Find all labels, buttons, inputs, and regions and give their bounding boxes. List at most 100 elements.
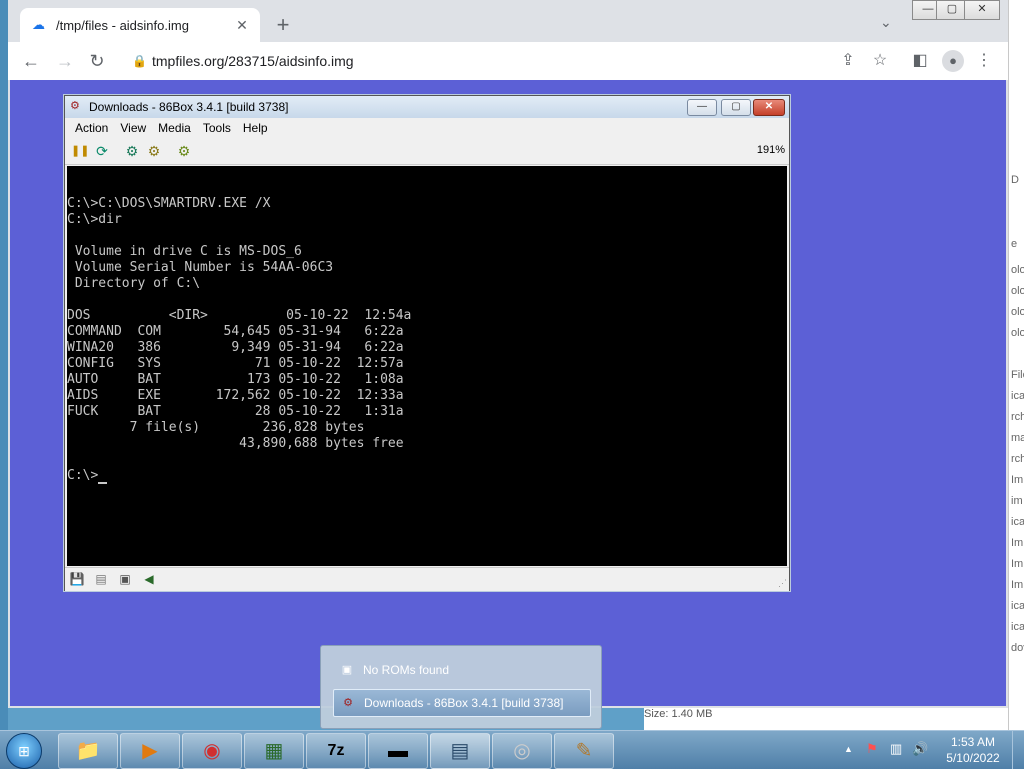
popup-item-86box[interactable]: ⚙ Downloads - 86Box 3.4.1 [build 3738] [333,689,591,717]
floppy-icon[interactable]: 💾 [69,571,85,587]
clock-time: 1:53 AM [950,735,996,749]
bg-fragment: ica [1011,600,1024,612]
browser-toolbar: ← → ↻ 🔒 tmpfiles.org/283715/aidsinfo.img… [8,42,1008,80]
popup-item-label: No ROMs found [363,663,450,677]
bg-fragment: ica [1011,516,1024,528]
emulator-statusbar: 💾 ▤ ▣ ◀ ⋰ [65,567,789,591]
taskbar-command-prompt[interactable]: ▬ [368,733,428,769]
url-text[interactable]: tmpfiles.org/283715/aidsinfo.img [152,53,354,69]
close-button[interactable]: ✕ [964,0,1000,20]
lock-icon[interactable]: 🔒 [132,54,147,68]
dos-line: Volume in drive C is MS-DOS_6 [67,244,302,259]
dos-line: 7 file(s) 236,828 bytes [67,420,365,435]
hard-disk-icon[interactable]: ▣ [117,571,133,587]
new-tab-button[interactable]: + [270,12,296,38]
dos-line: WINA20 386 9,349 05-31-94 6:22a [67,340,404,355]
sound-icon[interactable]: ◀ [141,571,157,587]
taskbar-media-player[interactable]: ▶ [120,733,180,769]
emulator-maximize-button[interactable]: ▢ [721,99,751,116]
taskbar-chrome[interactable]: ◉ [182,733,242,769]
back-button[interactable]: ← [20,50,42,72]
tab-title: /tmp/files - aidsinfo.img [56,17,189,33]
reload-button[interactable]: ↻ [86,50,108,72]
dos-screen[interactable]: C:\>C:\DOS\SMARTDRV.EXE /X C:\>dir Volum… [67,166,787,566]
taskbar-network-monitor[interactable]: ▦ [244,733,304,769]
dos-line: CONFIG SYS 71 05-10-22 12:57a [67,356,404,371]
tab-aidsinfo[interactable]: ☁ /tmp/files - aidsinfo.img ✕ [20,8,260,42]
action-center-icon[interactable]: ⚑ [866,741,878,757]
taskbar-jump-popup: ▣ No ROMs found ⚙ Downloads - 86Box 3.4.… [320,645,602,729]
menu-media[interactable]: Media [152,121,197,135]
avatar[interactable]: ● [942,50,964,72]
windows-logo-icon: ⊞ [18,743,30,759]
chevron-down-icon[interactable]: ⌄ [880,14,892,31]
bg-fragment: dov [1011,642,1024,654]
dos-line: AUTO BAT 173 05-10-22 1:08a [67,372,404,387]
menu-view[interactable]: View [114,121,152,135]
reset-icon[interactable]: ⟳ [93,142,111,160]
menu-help[interactable]: Help [237,121,274,135]
bg-fragment: ica [1011,390,1024,402]
emulator-minimize-button[interactable]: — [687,99,717,116]
bg-fragment: olo [1011,327,1024,339]
menu-tools[interactable]: Tools [197,121,237,135]
menu-action[interactable]: Action [69,121,114,135]
clock[interactable]: 1:53 AM 5/10/2022 [942,734,1004,766]
emulator-window: ⚙ Downloads - 86Box 3.4.1 [build 3738] —… [64,95,790,591]
desktop-left-edge [0,0,8,730]
bg-fragment: Im [1011,558,1024,570]
forward-button[interactable]: → [54,50,76,72]
bg-fragment: olo [1011,264,1024,276]
window-icon: ▣ [341,664,353,676]
emulator-menubar: Action View Media Tools Help [65,118,789,138]
dos-line: C:\>dir [67,212,122,227]
dos-line: Directory of C:\ [67,276,201,291]
taskbar-paint[interactable]: ✎ [554,733,614,769]
ctrl-alt-esc-icon[interactable]: ⚙ [145,142,163,160]
dos-line: FUCK BAT 28 05-10-22 1:31a [67,404,404,419]
taskbar-explorer[interactable]: 📁 [58,733,118,769]
dos-line: C:\>C:\DOS\SMARTDRV.EXE /X [67,196,271,211]
share-icon[interactable]: ⇪ [838,51,858,71]
bg-fragment: im [1011,495,1023,507]
ctrl-alt-del-icon[interactable]: ⚙ [123,142,141,160]
popup-item-no-roms[interactable]: ▣ No ROMs found [333,657,589,683]
settings-icon[interactable]: ⚙ [175,142,193,160]
dos-line: DOS <DIR> 05-10-22 12:54a [67,308,412,323]
emulator-titlebar[interactable]: ⚙ Downloads - 86Box 3.4.1 [build 3738] —… [65,96,789,118]
bg-fragment: Im [1011,537,1024,549]
side-panel-icon[interactable]: ◧ [910,51,930,71]
resize-grip-icon[interactable]: ⋰ [778,578,787,589]
bg-fragment: olo [1011,285,1024,297]
cdrom-icon[interactable]: ▤ [93,571,109,587]
pause-icon[interactable]: ❚❚ [71,142,89,160]
tray-overflow-icon[interactable]: ▲ [844,744,853,754]
address-bar[interactable]: 🔒 tmpfiles.org/283715/aidsinfo.img [124,46,864,76]
taskbar-86box[interactable]: ▤ [430,733,490,769]
close-icon[interactable]: ✕ [232,17,252,34]
taskbar-7zip[interactable]: 7z [306,733,366,769]
network-icon[interactable]: ▥ [890,741,902,757]
emulator-title: Downloads - 86Box 3.4.1 [build 3738] [89,100,289,114]
bg-fragment: Im [1011,579,1024,591]
background-window: D e olo olo olo olo File ica rch ma rch … [1008,0,1024,730]
86box-icon: ⚙ [343,697,353,709]
star-icon[interactable]: ☆ [870,51,890,71]
taskbar-disc[interactable]: ◎ [492,733,552,769]
dos-line: 43,890,688 bytes free [67,436,404,451]
volume-icon[interactable]: 🔊 [912,741,928,757]
bg-fragment: rch [1011,453,1024,465]
emulator-close-button[interactable]: ✕ [753,99,785,116]
clock-date: 5/10/2022 [946,751,1000,765]
popup-item-label: Downloads - 86Box 3.4.1 [build 3738] [364,696,564,710]
86box-icon: ⚙ [70,100,80,112]
taskbar: ⊞ 📁 ▶ ◉ ▦ 7z ▬ ▤ ◎ ✎ ▲ ⚑ ▥ 🔊 1:53 AM 5/1… [0,730,1024,769]
menu-icon[interactable]: ⋮ [974,51,994,71]
bg-window-status: Size: 1.40 MB [644,708,1008,730]
bg-fragment: Im [1011,474,1024,486]
show-desktop-button[interactable] [1012,731,1024,769]
start-button[interactable]: ⊞ [6,733,42,769]
dos-prompt: C:\> [67,468,99,483]
zoom-level: 191% [756,144,785,156]
bg-fragment: File [1011,369,1024,381]
